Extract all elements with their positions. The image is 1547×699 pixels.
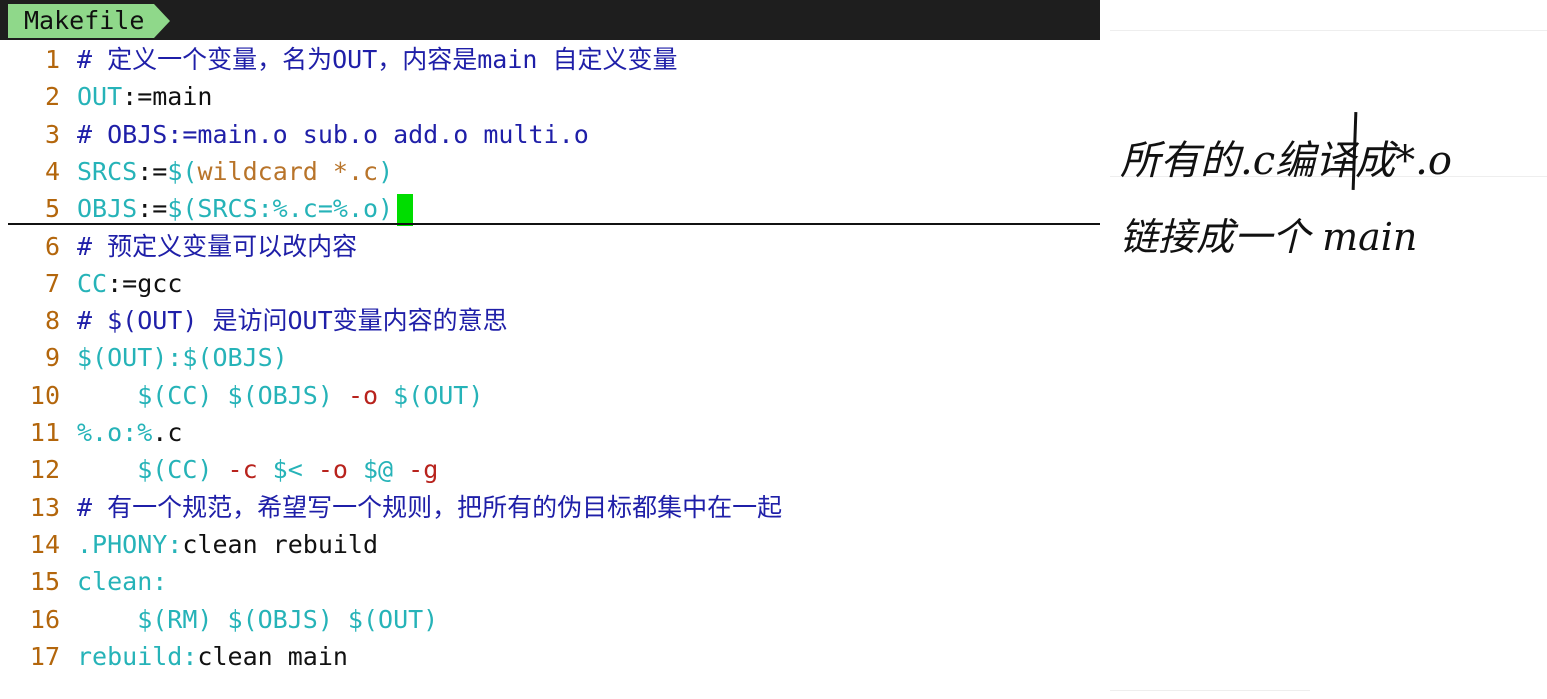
code-token-plain: := [137,156,168,186]
code-text: $(RM) $(OBJS) $(OUT) [77,601,438,638]
code-token-flag: -c [227,455,258,485]
line-number: 10 [29,380,60,410]
code-token-var: rebuild: [77,641,198,671]
code-token-comment: # $(OUT) 是访问OUT变量内容的意思 [77,306,508,336]
code-token-comment: # 定义一个变量，名为OUT，内容是main 自定义变量 [77,45,678,74]
code-text: %.o:%.c [77,414,182,451]
code-token-var: ) [378,156,394,186]
line-number: 3 [44,119,60,149]
code-text: # 有一个规范，希望写一个规则，把所有的伪目标都集中在一起 [77,489,782,526]
code-text: # OBJS:=main.o sub.o add.o multi.o [77,116,589,153]
code-token-var: $(RM) $(OBJS) $(OUT) [77,604,439,634]
text-cursor [397,194,414,227]
code-token-var: .PHONY: [77,529,183,559]
code-token-plain: :=main [122,82,213,112]
code-text: OUT:=main [77,78,212,115]
code-text: $(OUT):$(OBJS) [77,339,288,376]
code-editor[interactable]: 1 # 定义一个变量，名为OUT，内容是main 自定义变量 2 OUT:=main 3… [0,41,1100,699]
code-text: # $(OUT) 是访问OUT变量内容的意思 [77,302,508,339]
code-token-var: OUT [77,82,123,112]
code-token-var: CC [77,268,108,298]
line-number: 8 [44,306,60,336]
code-token-plain: :=gcc [107,268,183,298]
tab-makefile[interactable]: Makefile [8,4,171,38]
code-token-flag: -g [408,455,439,485]
line-number: 14 [29,529,60,559]
code-text: .PHONY:clean rebuild [77,526,378,563]
code-token-comment: # 有一个规范，希望写一个规则，把所有的伪目标都集中在一起 [77,492,783,522]
code-token-comment: # 预定义变量可以改内容 [77,231,358,261]
code-text: # 定义一个变量，名为OUT，内容是main 自定义变量 [77,41,678,78]
code-token-flag: -o [347,380,379,410]
line-number: 11 [29,418,60,447]
line-number: 15 [29,567,60,597]
line-number: 7 [44,268,60,298]
handwritten-note-link: 链接成一个 main [1120,215,1418,259]
code-token-plain: .c [152,418,183,447]
code-token-var: $(OUT) [378,380,484,410]
line-number: 16 [29,604,60,634]
code-token-var: $(OUT):$(OBJS) [77,343,288,373]
line-number: 5 [44,194,60,224]
code-token-plain: := [137,194,168,224]
line-number: 12 [29,455,60,485]
background-rule [1110,690,1310,691]
code-text: # 预定义变量可以改内容 [77,228,357,265]
code-token-var: OBJS [77,194,138,224]
code-text: $(CC) $(OBJS) -o $(OUT) [77,377,483,414]
line-number: 4 [44,156,60,186]
tab-arrow-shape [154,4,171,38]
code-token-plain: clean rebuild [182,529,379,559]
code-token-var: $< [257,455,318,485]
line-number: 6 [44,231,60,261]
code-text: $(CC) -c $< -o $@ -g [77,451,438,488]
code-token-plain: clean main [197,641,348,671]
code-token-var: $( [167,156,198,186]
code-text: OBJS:=$(SRCS:%.c=%.o) [77,190,414,227]
line-number: 2 [44,82,60,112]
editor-tab-bar: Makefile [0,0,1100,40]
line-number: 1 [44,45,60,74]
line-number: 17 [29,641,60,671]
code-token-var: $@ [347,455,409,485]
background-rule [1110,30,1547,31]
code-token-var: %.o:% [77,418,153,447]
code-token-var: SRCS [77,156,138,186]
code-token-var: $(SRCS:%.c=%.o) [167,194,394,224]
code-token-var: $(CC) [77,455,228,485]
code-token-comment: # OBJS:=main.o sub.o add.o multi.o [77,119,589,149]
handwritten-note-compile: 所有的.c编译成*.o [1120,138,1452,184]
code-token-var: $(CC) $(OBJS) [77,380,348,410]
code-token-var: clean: [77,567,168,597]
code-text: rebuild:clean main [77,638,348,675]
tab-label: Makefile [8,4,155,38]
cursorline-underline [8,223,1100,225]
code-token-flag: -o [317,455,348,485]
code-token-func: wildcard *.c [197,156,379,186]
line-number: 13 [29,492,60,522]
code-text: CC:=gcc [77,265,182,302]
code-text: SRCS:=$(wildcard *.c) [77,153,393,190]
line-number: 9 [44,343,60,373]
code-text: clean: [77,563,167,600]
